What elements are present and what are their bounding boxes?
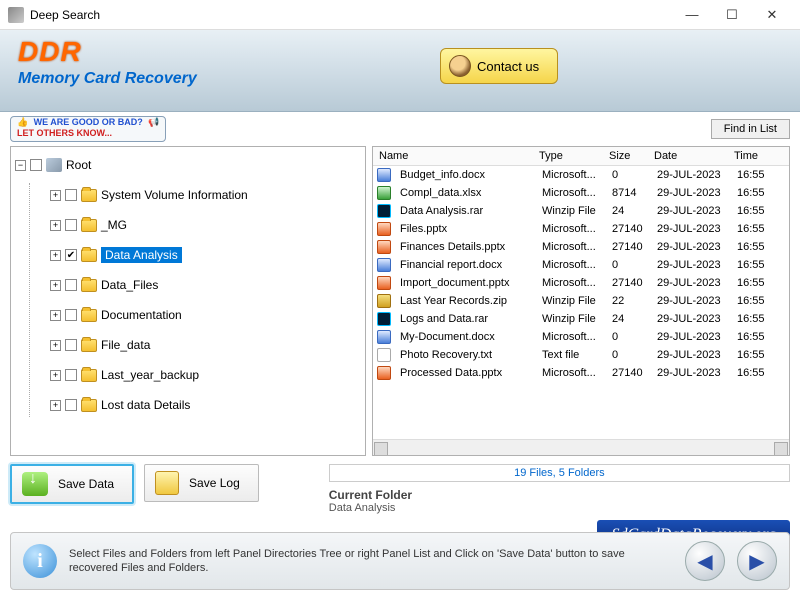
file-list-panel: Name Type Size Date Time Budget_info.doc… [372, 146, 790, 456]
app-icon [8, 7, 24, 23]
save-log-button[interactable]: Save Log [144, 464, 259, 502]
file-row[interactable]: Compl_data.xlsxMicrosoft...871429-JUL-20… [373, 184, 789, 202]
file-row[interactable]: Logs and Data.rarWinzip File2429-JUL-202… [373, 310, 789, 328]
file-row[interactable]: Files.pptxMicrosoft...2714029-JUL-202316… [373, 220, 789, 238]
footer-bar: i Select Files and Folders from left Pan… [10, 532, 790, 590]
file-row[interactable]: Processed Data.pptxMicrosoft...2714029-J… [373, 364, 789, 382]
maximize-button[interactable]: ☐ [712, 1, 752, 29]
file-row[interactable]: My-Document.docxMicrosoft...029-JUL-2023… [373, 328, 789, 346]
folder-icon [81, 399, 97, 412]
forward-button[interactable]: ▶ [737, 541, 777, 581]
file-type-icon [377, 366, 391, 380]
column-date[interactable]: Date [648, 147, 728, 165]
tree-item[interactable]: +Documentation [36, 303, 361, 327]
close-button[interactable]: ✕ [752, 1, 792, 29]
tree-item[interactable]: +File_data [36, 333, 361, 357]
log-file-icon [155, 471, 179, 495]
person-icon [449, 55, 471, 77]
footer-message: Select Files and Folders from left Panel… [69, 547, 673, 576]
download-icon [22, 472, 48, 496]
file-type-icon [377, 204, 391, 218]
checkbox[interactable] [30, 159, 42, 171]
current-folder-value: Data Analysis [329, 502, 790, 514]
file-count-summary: 19 Files, 5 Folders [329, 464, 790, 482]
expand-icon[interactable]: + [50, 340, 61, 351]
folder-icon [81, 279, 97, 292]
tree-item[interactable]: +Lost data Details [36, 393, 361, 417]
tree-item[interactable]: +Data_Files [36, 273, 361, 297]
checkbox[interactable] [65, 399, 77, 411]
folder-icon [81, 369, 97, 382]
file-list-body[interactable]: Budget_info.docxMicrosoft...029-JUL-2023… [373, 166, 789, 439]
expand-icon[interactable]: + [50, 370, 61, 381]
checkbox[interactable] [65, 309, 77, 321]
file-type-icon [377, 312, 391, 326]
logo-text: DDR [18, 36, 782, 68]
file-row[interactable]: Finances Details.pptxMicrosoft...2714029… [373, 238, 789, 256]
contact-us-button[interactable]: Contact us [440, 48, 558, 84]
file-row[interactable]: Import_document.pptxMicrosoft...2714029-… [373, 274, 789, 292]
thumbs-up-icon: 👍 [17, 117, 28, 127]
disk-icon [46, 158, 62, 172]
folder-icon [81, 339, 97, 352]
toolbar-row: 👍 WE ARE GOOD OR BAD? 📢 LET OTHERS KNOW.… [0, 112, 800, 146]
folder-icon [81, 219, 97, 232]
file-type-icon [377, 258, 391, 272]
folder-icon [81, 249, 97, 262]
megaphone-icon: 📢 [148, 117, 159, 127]
folder-icon [81, 189, 97, 202]
window-title: Deep Search [30, 8, 672, 22]
expand-icon[interactable]: + [50, 190, 61, 201]
expand-icon[interactable]: + [50, 280, 61, 291]
file-type-icon [377, 186, 391, 200]
info-icon: i [23, 544, 57, 578]
expand-icon[interactable]: + [50, 400, 61, 411]
file-row[interactable]: Data Analysis.rarWinzip File2429-JUL-202… [373, 202, 789, 220]
file-row[interactable]: Financial report.docxMicrosoft...029-JUL… [373, 256, 789, 274]
column-name[interactable]: Name [373, 147, 533, 165]
file-list-header: Name Type Size Date Time [373, 147, 789, 166]
file-type-icon [377, 330, 391, 344]
column-size[interactable]: Size [603, 147, 648, 165]
checkbox[interactable] [65, 189, 77, 201]
file-row[interactable]: Last Year Records.zipWinzip File2229-JUL… [373, 292, 789, 310]
file-type-icon [377, 294, 391, 308]
folder-icon [81, 309, 97, 322]
checkbox[interactable] [65, 369, 77, 381]
file-type-icon [377, 222, 391, 236]
tree-item[interactable]: +Last_year_backup [36, 363, 361, 387]
tree-item[interactable]: +✔Data Analysis [36, 243, 361, 267]
back-button[interactable]: ◀ [685, 541, 725, 581]
feedback-badge[interactable]: 👍 WE ARE GOOD OR BAD? 📢 LET OTHERS KNOW.… [10, 116, 166, 142]
current-folder-label: Current Folder [329, 488, 790, 502]
window-titlebar: Deep Search — ☐ ✕ [0, 0, 800, 30]
checkbox[interactable] [65, 339, 77, 351]
contact-label: Contact us [477, 59, 539, 74]
collapse-icon[interactable]: − [15, 160, 26, 171]
expand-icon[interactable]: + [50, 310, 61, 321]
app-subtitle: Memory Card Recovery [18, 70, 782, 88]
file-type-icon [377, 348, 391, 362]
horizontal-scrollbar[interactable] [373, 439, 789, 455]
file-type-icon [377, 276, 391, 290]
file-row[interactable]: Photo Recovery.txtText file029-JUL-20231… [373, 346, 789, 364]
header-banner: DDR Memory Card Recovery Contact us [0, 30, 800, 112]
directory-tree-panel[interactable]: − Root +System Volume Information+_MG+✔D… [10, 146, 366, 456]
find-in-list-button[interactable]: Find in List [711, 119, 790, 139]
minimize-button[interactable]: — [672, 1, 712, 29]
expand-icon[interactable]: + [50, 220, 61, 231]
checkbox[interactable] [65, 219, 77, 231]
file-type-icon [377, 240, 391, 254]
file-type-icon [377, 168, 391, 182]
tree-root[interactable]: − Root [15, 153, 361, 177]
checkbox[interactable]: ✔ [65, 249, 77, 261]
column-type[interactable]: Type [533, 147, 603, 165]
tree-item[interactable]: +System Volume Information [36, 183, 361, 207]
checkbox[interactable] [65, 279, 77, 291]
save-data-button[interactable]: Save Data [10, 464, 134, 504]
tree-item[interactable]: +_MG [36, 213, 361, 237]
file-row[interactable]: Budget_info.docxMicrosoft...029-JUL-2023… [373, 166, 789, 184]
column-time[interactable]: Time [728, 147, 768, 165]
expand-icon[interactable]: + [50, 250, 61, 261]
